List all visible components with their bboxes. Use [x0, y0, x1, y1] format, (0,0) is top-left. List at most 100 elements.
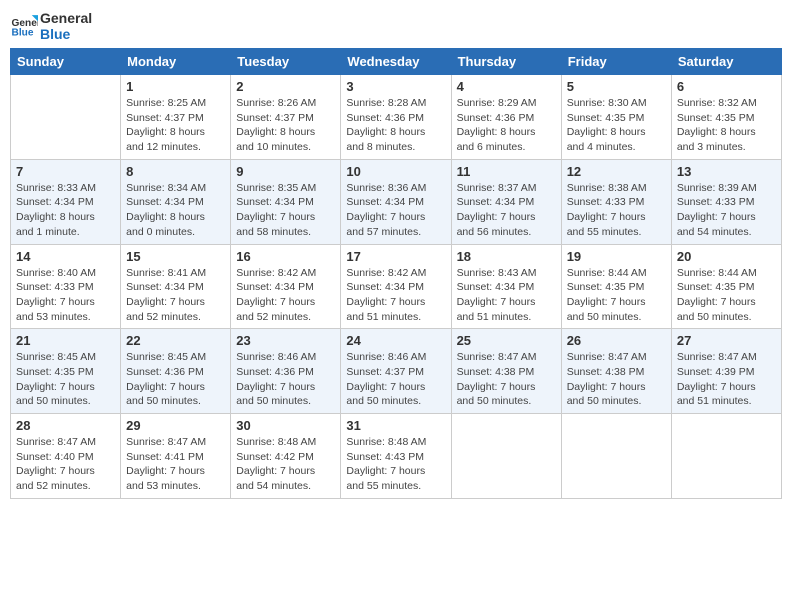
- calendar-cell: 8 Sunrise: 8:34 AM Sunset: 4:34 PM Daylig…: [121, 159, 231, 244]
- day-number: 11: [457, 164, 556, 179]
- logo-icon: General Blue: [10, 12, 38, 40]
- calendar-table: SundayMondayTuesdayWednesdayThursdayFrid…: [10, 48, 782, 499]
- day-info: Sunrise: 8:46 AM Sunset: 4:37 PM Dayligh…: [346, 350, 445, 409]
- calendar-cell: 15 Sunrise: 8:41 AM Sunset: 4:34 PM Dayli…: [121, 244, 231, 329]
- day-number: 2: [236, 79, 335, 94]
- calendar-cell: 21 Sunrise: 8:45 AM Sunset: 4:35 PM Dayli…: [11, 329, 121, 414]
- day-info: Sunrise: 8:38 AM Sunset: 4:33 PM Dayligh…: [567, 181, 666, 240]
- day-info: Sunrise: 8:33 AM Sunset: 4:34 PM Dayligh…: [16, 181, 115, 240]
- day-number: 5: [567, 79, 666, 94]
- weekday-header-wednesday: Wednesday: [341, 49, 451, 75]
- calendar-cell: 9 Sunrise: 8:35 AM Sunset: 4:34 PM Daylig…: [231, 159, 341, 244]
- calendar-cell: 26Sunrise: 8:47 AM Sunset: 4:38 PM Dayli…: [561, 329, 671, 414]
- svg-text:Blue: Blue: [12, 27, 34, 38]
- weekday-header-friday: Friday: [561, 49, 671, 75]
- day-info: Sunrise: 8:43 AM Sunset: 4:34 PM Dayligh…: [457, 266, 556, 325]
- logo-text-general: General: [40, 10, 92, 26]
- day-info: Sunrise: 8:30 AM Sunset: 4:35 PM Dayligh…: [567, 96, 666, 155]
- calendar-cell: 5 Sunrise: 8:30 AM Sunset: 4:35 PM Daylig…: [561, 75, 671, 160]
- day-info: Sunrise: 8:47 AM Sunset: 4:40 PM Dayligh…: [16, 435, 115, 494]
- weekday-header-sunday: Sunday: [11, 49, 121, 75]
- day-number: 18: [457, 249, 556, 264]
- day-number: 14: [16, 249, 115, 264]
- calendar-cell: 18 Sunrise: 8:43 AM Sunset: 4:34 PM Dayli…: [451, 244, 561, 329]
- day-info: Sunrise: 8:35 AM Sunset: 4:34 PM Dayligh…: [236, 181, 335, 240]
- day-number: 10: [346, 164, 445, 179]
- day-info: Sunrise: 8:34 AM Sunset: 4:34 PM Dayligh…: [126, 181, 225, 240]
- calendar-cell: 28 Sunrise: 8:47 AM Sunset: 4:40 PM Dayli…: [11, 414, 121, 499]
- day-number: 9: [236, 164, 335, 179]
- day-number: 28: [16, 418, 115, 433]
- day-info: Sunrise: 8:39 AM Sunset: 4:33 PM Dayligh…: [677, 181, 776, 240]
- day-info: Sunrise: 8:25 AM Sunset: 4:37 PM Dayligh…: [126, 96, 225, 155]
- day-number: 7: [16, 164, 115, 179]
- day-number: 23: [236, 333, 335, 348]
- weekday-header-monday: Monday: [121, 49, 231, 75]
- calendar-cell: 3 Sunrise: 8:28 AM Sunset: 4:36 PM Daylig…: [341, 75, 451, 160]
- day-number: 15: [126, 249, 225, 264]
- day-info: Sunrise: 8:45 AM Sunset: 4:36 PM Dayligh…: [126, 350, 225, 409]
- day-info: Sunrise: 8:37 AM Sunset: 4:34 PM Dayligh…: [457, 181, 556, 240]
- day-number: 1: [126, 79, 225, 94]
- calendar-cell: [671, 414, 781, 499]
- day-number: 19: [567, 249, 666, 264]
- day-info: Sunrise: 8:40 AM Sunset: 4:33 PM Dayligh…: [16, 266, 115, 325]
- calendar-cell: [561, 414, 671, 499]
- calendar-cell: 1 Sunrise: 8:25 AM Sunset: 4:37 PM Daylig…: [121, 75, 231, 160]
- calendar-cell: 19 Sunrise: 8:44 AM Sunset: 4:35 PM Dayli…: [561, 244, 671, 329]
- calendar-cell: [11, 75, 121, 160]
- day-number: 6: [677, 79, 776, 94]
- day-info: Sunrise: 8:26 AM Sunset: 4:37 PM Dayligh…: [236, 96, 335, 155]
- calendar-cell: 17 Sunrise: 8:42 AM Sunset: 4:34 PM Dayli…: [341, 244, 451, 329]
- day-info: Sunrise: 8:36 AM Sunset: 4:34 PM Dayligh…: [346, 181, 445, 240]
- day-info: Sunrise: 8:42 AM Sunset: 4:34 PM Dayligh…: [236, 266, 335, 325]
- day-number: 22: [126, 333, 225, 348]
- day-number: 8: [126, 164, 225, 179]
- day-info: Sunrise: 8:44 AM Sunset: 4:35 PM Dayligh…: [677, 266, 776, 325]
- calendar-cell: 6 Sunrise: 8:32 AM Sunset: 4:35 PM Daylig…: [671, 75, 781, 160]
- calendar-cell: 7 Sunrise: 8:33 AM Sunset: 4:34 PM Daylig…: [11, 159, 121, 244]
- calendar-cell: 22 Sunrise: 8:45 AM Sunset: 4:36 PM Dayli…: [121, 329, 231, 414]
- day-info: Sunrise: 8:28 AM Sunset: 4:36 PM Dayligh…: [346, 96, 445, 155]
- day-number: 24: [346, 333, 445, 348]
- calendar-cell: [451, 414, 561, 499]
- calendar-cell: 29 Sunrise: 8:47 AM Sunset: 4:41 PM Dayli…: [121, 414, 231, 499]
- calendar-cell: 14 Sunrise: 8:40 AM Sunset: 4:33 PM Dayli…: [11, 244, 121, 329]
- day-number: 21: [16, 333, 115, 348]
- calendar-cell: 10 Sunrise: 8:36 AM Sunset: 4:34 PM Dayli…: [341, 159, 451, 244]
- day-info: Sunrise: 8:29 AM Sunset: 4:36 PM Dayligh…: [457, 96, 556, 155]
- calendar-cell: 16 Sunrise: 8:42 AM Sunset: 4:34 PM Dayli…: [231, 244, 341, 329]
- day-number: 20: [677, 249, 776, 264]
- logo-text-blue: Blue: [40, 26, 92, 42]
- day-info: Sunrise: 8:48 AM Sunset: 4:43 PM Dayligh…: [346, 435, 445, 494]
- calendar-cell: 11 Sunrise: 8:37 AM Sunset: 4:34 PM Dayli…: [451, 159, 561, 244]
- calendar-cell: 27 Sunrise: 8:47 AM Sunset: 4:39 PM Dayli…: [671, 329, 781, 414]
- day-number: 25: [457, 333, 556, 348]
- calendar-cell: 30Sunrise: 8:48 AM Sunset: 4:42 PM Dayli…: [231, 414, 341, 499]
- calendar-cell: 12Sunrise: 8:38 AM Sunset: 4:33 PM Dayli…: [561, 159, 671, 244]
- day-number: 13: [677, 164, 776, 179]
- day-info: Sunrise: 8:47 AM Sunset: 4:38 PM Dayligh…: [457, 350, 556, 409]
- day-info: Sunrise: 8:41 AM Sunset: 4:34 PM Dayligh…: [126, 266, 225, 325]
- calendar-cell: 4 Sunrise: 8:29 AM Sunset: 4:36 PM Daylig…: [451, 75, 561, 160]
- calendar-cell: 25 Sunrise: 8:47 AM Sunset: 4:38 PM Dayli…: [451, 329, 561, 414]
- page-header: General Blue General Blue: [10, 10, 782, 42]
- day-info: Sunrise: 8:32 AM Sunset: 4:35 PM Dayligh…: [677, 96, 776, 155]
- calendar-cell: 23 Sunrise: 8:46 AM Sunset: 4:36 PM Dayli…: [231, 329, 341, 414]
- day-info: Sunrise: 8:46 AM Sunset: 4:36 PM Dayligh…: [236, 350, 335, 409]
- day-number: 29: [126, 418, 225, 433]
- day-number: 26: [567, 333, 666, 348]
- day-number: 4: [457, 79, 556, 94]
- day-number: 17: [346, 249, 445, 264]
- calendar-cell: 20 Sunrise: 8:44 AM Sunset: 4:35 PM Dayli…: [671, 244, 781, 329]
- day-info: Sunrise: 8:47 AM Sunset: 4:39 PM Dayligh…: [677, 350, 776, 409]
- day-number: 3: [346, 79, 445, 94]
- day-number: 30: [236, 418, 335, 433]
- day-number: 16: [236, 249, 335, 264]
- day-info: Sunrise: 8:45 AM Sunset: 4:35 PM Dayligh…: [16, 350, 115, 409]
- day-info: Sunrise: 8:42 AM Sunset: 4:34 PM Dayligh…: [346, 266, 445, 325]
- day-info: Sunrise: 8:44 AM Sunset: 4:35 PM Dayligh…: [567, 266, 666, 325]
- day-number: 27: [677, 333, 776, 348]
- day-info: Sunrise: 8:47 AM Sunset: 4:41 PM Dayligh…: [126, 435, 225, 494]
- calendar-cell: 2 Sunrise: 8:26 AM Sunset: 4:37 PM Daylig…: [231, 75, 341, 160]
